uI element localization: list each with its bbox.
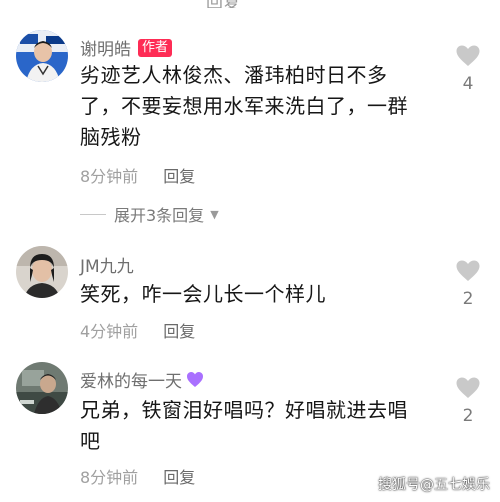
comment-text: 劣迹艺人林俊杰、潘玮柏时日不多了，不要妄想用水军来洗白了，一群脑残粉 [80, 63, 408, 149]
comment-meta: 8分钟前 回复 [80, 464, 195, 488]
comment-time: 8分钟前 [80, 167, 139, 186]
purple-heart-emoji-icon [187, 372, 203, 387]
heart-outline-icon[interactable] [455, 44, 481, 68]
reply-button[interactable]: 回复 [163, 167, 195, 186]
avatar[interactable] [16, 246, 68, 298]
comment-username[interactable]: JM九九 [80, 252, 134, 277]
like-count: 4 [462, 74, 474, 94]
expand-replies-button[interactable]: 展开3条回复 ▼ [80, 202, 219, 226]
reply-button[interactable]: 回复 [163, 322, 195, 341]
comment-time: 4分钟前 [80, 322, 139, 341]
previous-comment-meta-cutoff: · 回复 [0, 0, 500, 8]
like-button[interactable]: 2 [454, 259, 482, 309]
expand-divider [80, 213, 106, 215]
comment-meta: 4分钟前 回复 [80, 318, 195, 342]
previous-time-fragment: · [120, 0, 125, 8]
expand-replies-label[interactable]: 展开3条回复 [114, 202, 204, 226]
chevron-down-icon[interactable]: ▼ [210, 208, 218, 221]
avatar[interactable] [16, 362, 68, 414]
comment-username[interactable]: 谢明皓 作者 [80, 35, 173, 60]
comment-username[interactable]: 爱林的每一天 [80, 367, 204, 392]
comment-meta: 8分钟前 回复 [80, 163, 195, 187]
like-button[interactable]: 2 [454, 376, 482, 426]
reply-button[interactable]: 回复 [163, 468, 195, 487]
username-text[interactable]: 爱林的每一天 [80, 367, 182, 392]
like-count: 2 [462, 406, 474, 426]
author-badge: 作者 [138, 38, 173, 57]
comment-text: 笑死，咋一会儿长一个样儿 [80, 282, 326, 306]
heart-outline-icon[interactable] [455, 376, 481, 400]
like-count: 2 [462, 289, 474, 309]
like-button[interactable]: 4 [454, 44, 482, 94]
watermark: 搜狐号@五七娛乐 [378, 477, 490, 493]
username-text[interactable]: JM九九 [80, 252, 134, 277]
avatar[interactable] [16, 30, 68, 82]
username-text[interactable]: 谢明皓 [80, 35, 131, 60]
comment-text: 兄弟，铁窗泪好唱吗？好唱就进去唱吧 [80, 398, 408, 453]
previous-reply-fragment[interactable]: 回复 [206, 0, 240, 8]
heart-outline-icon[interactable] [455, 259, 481, 283]
comment-time: 8分钟前 [80, 468, 139, 487]
